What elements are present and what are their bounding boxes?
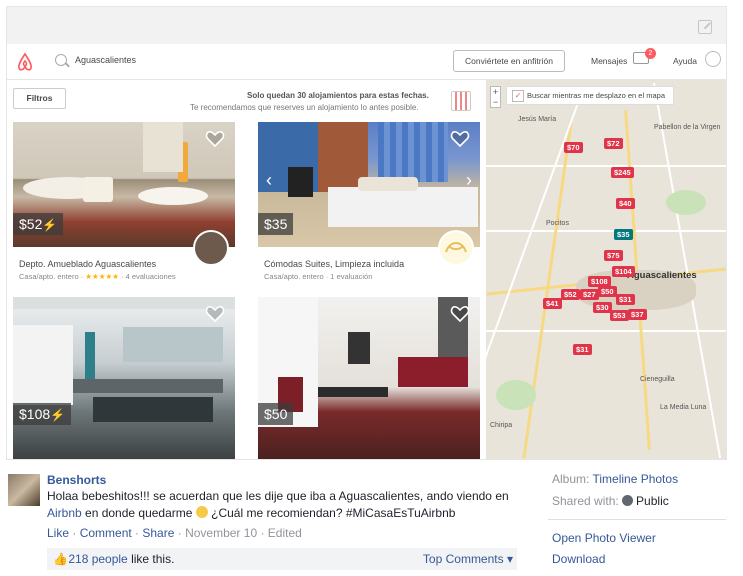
- album-link[interactable]: Timeline Photos: [592, 472, 678, 486]
- price-pin[interactable]: $40: [616, 198, 635, 209]
- map-label: Cieneguilla: [640, 376, 675, 383]
- search-icon: [55, 54, 67, 66]
- top-comments-dropdown[interactable]: Top Comments ▾: [423, 548, 513, 570]
- edited-label[interactable]: Edited: [268, 526, 302, 540]
- rating-stars: ★★★★★: [85, 272, 119, 281]
- price-pin[interactable]: $30: [593, 302, 612, 313]
- price-pin[interactable]: $52: [561, 289, 580, 300]
- heart-icon[interactable]: [205, 305, 225, 323]
- author-avatar[interactable]: [8, 474, 40, 506]
- host-avatar[interactable]: [193, 230, 229, 266]
- listing-card[interactable]: ‹ › $35 Cómodas Suites, Limpieza incluid…: [258, 122, 480, 287]
- audience-value[interactable]: Public: [636, 494, 669, 508]
- map-zoom-controls[interactable]: + −: [490, 86, 501, 108]
- globe-icon: [622, 495, 634, 506]
- listing-card[interactable]: $52⚡ Depto. Amueblado Aguascalientes Cas…: [13, 122, 235, 287]
- map-label: Pabellon de la Virgen: [654, 124, 721, 131]
- like-button[interactable]: Like: [47, 526, 69, 540]
- listing-title[interactable]: Depto. Amueblado Aguascalientes: [19, 259, 156, 269]
- privacy-info: Shared with: Public: [552, 494, 669, 508]
- post-date[interactable]: November 10: [185, 526, 257, 540]
- price-pin[interactable]: $70: [564, 142, 583, 153]
- post-actions: Like · Comment · Share · November 10 · E…: [47, 526, 302, 540]
- instant-book-icon: ⚡: [42, 218, 58, 232]
- search-input[interactable]: Aguascalientes: [75, 55, 136, 65]
- listing-price: $108⚡: [13, 403, 72, 425]
- price-pin[interactable]: $41: [543, 298, 562, 309]
- messages-badge: 2: [645, 48, 656, 59]
- instant-book-icon: ⚡: [50, 408, 66, 422]
- price-pin[interactable]: $245: [611, 167, 634, 178]
- shared-photo[interactable]: Aguascalientes Conviértete en anfitrión …: [6, 6, 727, 460]
- help-link[interactable]: Ayuda: [673, 56, 697, 66]
- open-photo-viewer-link[interactable]: Open Photo Viewer: [552, 531, 656, 545]
- listing-meta: Casa/apto. entero · ★★★★★ · 4 evaluacion…: [19, 272, 176, 281]
- heart-icon[interactable]: [450, 130, 470, 148]
- caret-down-icon: ▾: [506, 552, 513, 566]
- map-city-label: Aguascalientes: [627, 270, 697, 281]
- search-as-move-checkbox[interactable]: Buscar mientras me desplazo en el mapa: [506, 86, 674, 105]
- listing-meta: Casa/apto. entero · 1 evaluación: [264, 272, 373, 281]
- price-pin[interactable]: $31: [573, 344, 592, 355]
- price-pin[interactable]: $104: [612, 266, 635, 277]
- availability-notice: Solo quedan 30 alojamientos para estas f…: [247, 91, 429, 100]
- filters-button[interactable]: Filtros: [13, 88, 66, 109]
- heart-icon[interactable]: [450, 305, 470, 323]
- price-pin[interactable]: $37: [628, 309, 647, 320]
- comment-button[interactable]: Comment: [80, 526, 132, 540]
- airbnb-logo-icon: [15, 52, 35, 72]
- airbnb-header: Aguascalientes Conviértete en anfitrión …: [7, 44, 726, 80]
- messages-link[interactable]: Mensajes: [591, 56, 627, 66]
- author-name[interactable]: Benshorts: [47, 473, 106, 487]
- help-icon[interactable]: [705, 51, 721, 67]
- booking-advice: Te recomendamos que reserves un alojamie…: [190, 103, 419, 112]
- expand-icon[interactable]: [698, 20, 712, 34]
- map-label: Pocitos: [546, 220, 569, 227]
- smile-emoji-icon: [195, 506, 208, 518]
- price-pin[interactable]: $27: [580, 289, 599, 300]
- price-pin[interactable]: $72: [604, 138, 623, 149]
- thumbs-up-icon: 👍: [53, 552, 68, 566]
- zoom-in-button[interactable]: +: [491, 87, 500, 97]
- listing-price: $50: [258, 403, 294, 425]
- photo-area: Aguascalientes Conviértete en anfitrión …: [0, 0, 743, 466]
- album-info: Album: Timeline Photos: [552, 472, 679, 486]
- host-avatar[interactable]: [438, 230, 474, 266]
- listing-panel: Filtros Solo quedan 30 alojamientos para…: [7, 80, 486, 459]
- zoom-out-button[interactable]: −: [491, 97, 500, 107]
- download-link[interactable]: Download: [552, 552, 605, 566]
- map-label: Chiripa: [490, 422, 513, 429]
- price-pin[interactable]: $75: [604, 250, 623, 261]
- divider: [548, 519, 726, 520]
- price-pin[interactable]: $31: [616, 294, 635, 305]
- likes-count-link[interactable]: 218 people: [68, 552, 127, 566]
- map-label: La Media Luna: [660, 404, 707, 411]
- become-host-button[interactable]: Conviértete en anfitrión: [453, 50, 565, 72]
- post-text: Holaa bebeshitos!!! se acuerdan que les …: [47, 489, 509, 520]
- listing-card[interactable]: $50: [258, 297, 480, 459]
- price-pin[interactable]: $53: [610, 310, 629, 321]
- likes-bar: 👍 218 people like this. Top Comments ▾: [47, 548, 517, 570]
- next-photo-icon[interactable]: ›: [466, 170, 472, 191]
- map[interactable]: +− Buscar mientras me desplazo en el map…: [486, 80, 726, 459]
- share-button[interactable]: Share: [142, 526, 174, 540]
- heart-icon[interactable]: [205, 130, 225, 148]
- listing-photo[interactable]: [258, 297, 480, 459]
- listing-card[interactable]: $108⚡: [13, 297, 235, 459]
- map-label: Jesús María: [518, 116, 557, 123]
- listing-title[interactable]: Cómodas Suites, Limpieza incluida: [264, 259, 404, 269]
- calendar-icon: [451, 91, 471, 111]
- price-pin[interactable]: $50: [598, 286, 617, 297]
- price-pin-selected[interactable]: $35: [614, 229, 633, 240]
- listing-photo[interactable]: [13, 297, 235, 459]
- listing-price: $35: [258, 213, 294, 235]
- listing-price: $52⚡: [13, 213, 64, 235]
- airbnb-link[interactable]: Airbnb: [47, 506, 82, 520]
- previous-photo-icon[interactable]: ‹: [266, 170, 272, 191]
